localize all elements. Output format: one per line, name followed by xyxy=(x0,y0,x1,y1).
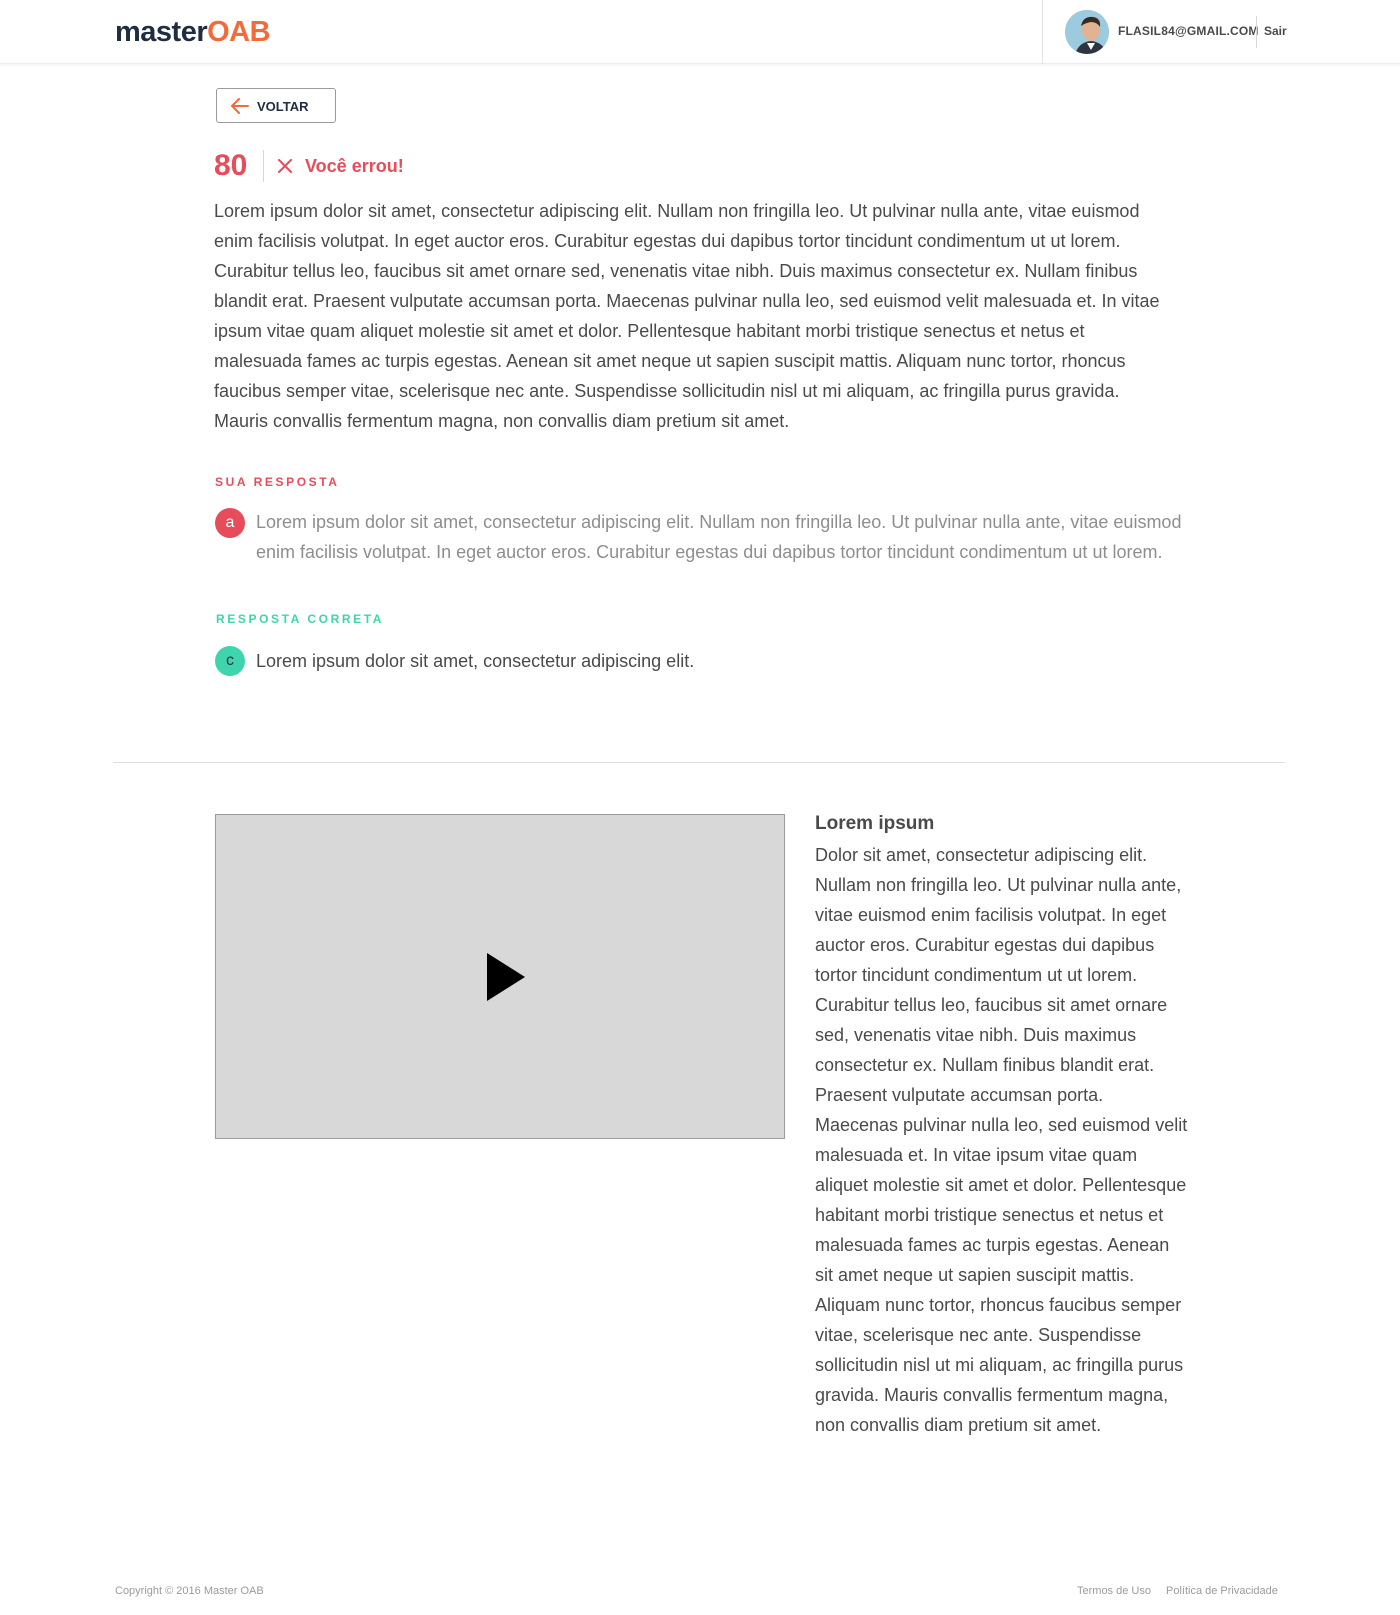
result-label: Você errou! xyxy=(305,156,404,176)
avatar-image xyxy=(1065,10,1109,54)
explanation-title: Lorem ipsum xyxy=(815,813,935,834)
video-player[interactable] xyxy=(215,814,785,1139)
your-answer-letter-badge: a xyxy=(215,508,245,538)
logout-link[interactable]: Sair xyxy=(1264,24,1287,38)
your-answer-text: Lorem ipsum dolor sit amet, consectetur … xyxy=(256,512,1182,562)
question-number: 80 xyxy=(214,149,248,182)
back-button[interactable]: VOLTAR xyxy=(216,88,336,123)
correct-answer-heading: RESPOSTA CORRETA xyxy=(216,612,385,626)
logo[interactable]: masterOAB xyxy=(115,14,271,50)
section-divider xyxy=(113,762,1285,763)
email-separator xyxy=(1256,16,1257,48)
your-answer-heading: SUA RESPOSTA xyxy=(215,475,340,489)
play-icon[interactable] xyxy=(486,953,526,1001)
correct-answer-letter-badge: c xyxy=(215,646,245,676)
logo-text-oab: OAB xyxy=(207,16,271,48)
explanation-body: Dolor sit amet, consectetur adipiscing e… xyxy=(815,845,1188,1435)
top-header: masterOAB FLASIL84@GMAIL.COM Sair xyxy=(0,0,1400,64)
question-number-separator xyxy=(263,150,264,182)
correct-answer-text: Lorem ipsum dolor sit amet, consectetur … xyxy=(256,651,695,671)
question-text: Lorem ipsum dolor sit amet, consectetur … xyxy=(214,201,1160,431)
logo-text-master: master xyxy=(115,16,208,48)
back-button-label: VOLTAR xyxy=(257,99,309,114)
avatar[interactable] xyxy=(1065,10,1109,54)
copyright-text: Copyright © 2016 Master OAB xyxy=(115,1585,264,1597)
arrow-left-icon xyxy=(231,98,249,114)
close-icon xyxy=(278,159,292,173)
header-divider xyxy=(1042,0,1043,64)
terms-link[interactable]: Termos de Uso xyxy=(1077,1585,1151,1597)
user-email[interactable]: FLASIL84@GMAIL.COM xyxy=(1118,24,1259,38)
privacy-link[interactable]: Política de Privacidade xyxy=(1166,1585,1278,1597)
